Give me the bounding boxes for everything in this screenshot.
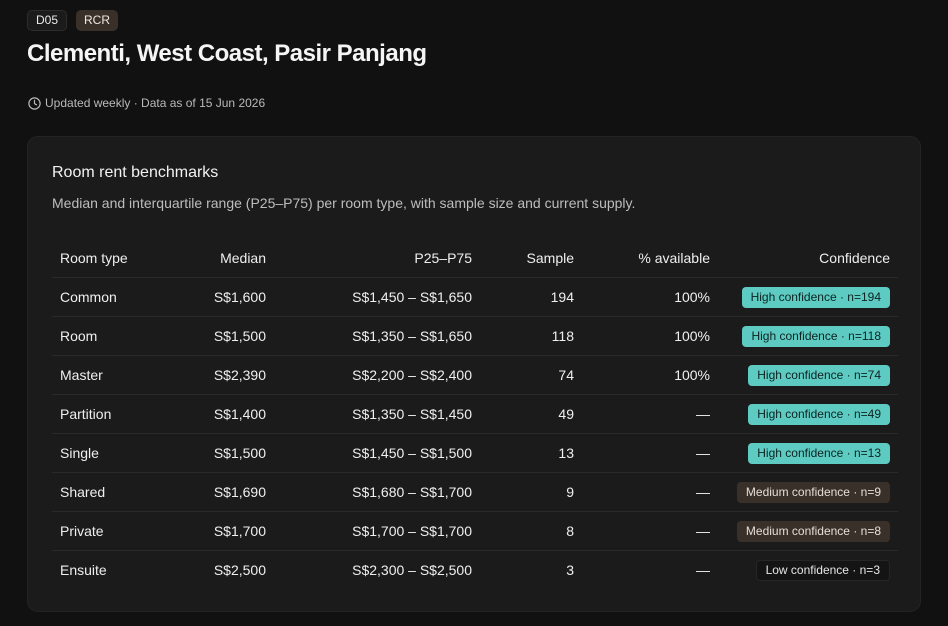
cell-available: — xyxy=(582,511,718,551)
cell-median: S$1,600 xyxy=(164,277,274,317)
cell-sample: 13 xyxy=(480,433,582,473)
cell-range: S$1,450 – S$1,500 xyxy=(274,433,480,473)
table-row: Shared S$1,690 S$1,680 – S$1,700 9 — Med… xyxy=(52,472,898,512)
cell-confidence: High confidence · n=74 xyxy=(718,355,898,395)
cell-median: S$1,690 xyxy=(164,472,274,512)
column-header-range: P25–P75 xyxy=(274,238,480,278)
cell-available: 100% xyxy=(582,355,718,395)
page: D05 RCR Clementi, West Coast, Pasir Panj… xyxy=(0,0,948,626)
confidence-badge: High confidence · n=118 xyxy=(742,325,890,347)
update-info: Updated weekly · Data as of 15 Jun 2026 xyxy=(28,96,265,110)
table-row: Private S$1,700 S$1,700 – S$1,700 8 — Me… xyxy=(52,511,898,551)
cell-available: — xyxy=(582,433,718,473)
cell-sample: 74 xyxy=(480,355,582,395)
cell-available: — xyxy=(696,562,710,578)
table-row: Master S$2,390 S$2,200 – S$2,400 74 100%… xyxy=(52,355,898,395)
confidence-badge: Medium confidence · n=8 xyxy=(736,520,890,542)
cell-range: S$1,680 – S$1,700 xyxy=(274,472,480,512)
cell-range: S$1,350 – S$1,650 xyxy=(274,316,480,356)
column-header-room-type: Room type xyxy=(52,238,164,278)
cell-range: S$1,450 – S$1,650 xyxy=(274,277,480,317)
cell-confidence: High confidence · n=13 xyxy=(718,433,898,473)
cell-median: S$1,700 xyxy=(164,511,274,551)
cell-room-type: Shared xyxy=(52,472,164,512)
cell-available: 100% xyxy=(582,316,718,356)
cell-range: S$1,700 – S$1,700 xyxy=(274,511,480,551)
cell-room-type: Single xyxy=(52,433,164,473)
column-header-confidence: Confidence xyxy=(718,238,898,278)
cell-range: S$1,350 – S$1,450 xyxy=(274,394,480,434)
table-row: Common S$1,600 S$1,450 – S$1,650 194 100… xyxy=(52,277,898,317)
benchmark-card: Room rent benchmarks Median and interqua… xyxy=(27,136,921,612)
cell-room-type: Private xyxy=(52,511,164,551)
clock-icon xyxy=(28,96,41,110)
cell-room-type: Master xyxy=(52,355,164,395)
confidence-badge: Medium confidence · n=9 xyxy=(736,481,890,503)
cell-confidence: Medium confidence · n=8 xyxy=(718,511,898,551)
cell-confidence: High confidence · n=194 xyxy=(718,277,898,317)
tag-group: D05 RCR xyxy=(27,10,119,31)
district-tag: D05 xyxy=(27,10,68,31)
cell-median: S$1,400 xyxy=(164,394,274,434)
card-description: Median and interquartile range (P25–P75)… xyxy=(52,195,636,211)
cell-confidence: High confidence · n=49 xyxy=(718,394,898,434)
page-title: Clementi, West Coast, Pasir Panjang xyxy=(27,40,427,67)
cell-sample: 118 xyxy=(480,316,582,356)
cell-median: S$1,500 xyxy=(164,316,274,356)
confidence-badge: High confidence · n=194 xyxy=(741,286,890,308)
cell-median: S$1,500 xyxy=(164,433,274,473)
cell-sample: 8 xyxy=(480,511,582,551)
cell-confidence: Low confidence · n=3 xyxy=(718,551,898,590)
table-row: Partition S$1,400 S$1,350 – S$1,450 49 —… xyxy=(52,394,898,434)
cell-available: — xyxy=(582,394,718,434)
cell-sample: 3 xyxy=(566,562,574,578)
benchmark-table: Room type Median P25–P75 Sample % availa… xyxy=(52,238,898,589)
region-tag: RCR xyxy=(76,10,119,31)
table-row: Ensuite S$2,500 S$2,300 – S$2,500 3 — Lo… xyxy=(52,551,898,590)
cell-sample: 9 xyxy=(480,472,582,512)
column-header-sample: Sample xyxy=(480,238,582,278)
cell-room-type: Room xyxy=(52,316,164,356)
cell-range: S$2,300 – S$2,500 xyxy=(352,562,472,578)
cell-room-type: Common xyxy=(52,277,164,317)
cell-median: S$2,500 xyxy=(213,562,266,578)
cell-sample: 49 xyxy=(480,394,582,434)
cell-median: S$2,390 xyxy=(164,355,274,395)
column-header-available: % available xyxy=(582,238,718,278)
confidence-badge: Low confidence · n=3 xyxy=(755,559,890,581)
table-row: Single S$1,500 S$1,450 – S$1,500 13 — Hi… xyxy=(52,433,898,473)
confidence-badge: High confidence · n=74 xyxy=(748,364,890,386)
cell-room-type: Partition xyxy=(52,394,164,434)
cell-confidence: High confidence · n=118 xyxy=(718,316,898,356)
table-row: Room S$1,500 S$1,350 – S$1,650 118 100% … xyxy=(52,316,898,356)
confidence-badge: High confidence · n=13 xyxy=(748,442,890,464)
table-header-row: Room type Median P25–P75 Sample % availa… xyxy=(52,238,898,278)
cell-range: S$2,200 – S$2,400 xyxy=(274,355,480,395)
cell-confidence: Medium confidence · n=9 xyxy=(718,472,898,512)
updated-text: Updated weekly · Data as of 15 Jun 2026 xyxy=(45,96,266,110)
confidence-badge: High confidence · n=49 xyxy=(748,403,890,425)
column-header-median: Median xyxy=(164,238,274,278)
cell-sample: 194 xyxy=(480,277,582,317)
card-title: Room rent benchmarks xyxy=(52,164,219,181)
cell-room-type: Ensuite xyxy=(60,562,107,578)
cell-available: — xyxy=(582,472,718,512)
cell-available: 100% xyxy=(582,277,718,317)
